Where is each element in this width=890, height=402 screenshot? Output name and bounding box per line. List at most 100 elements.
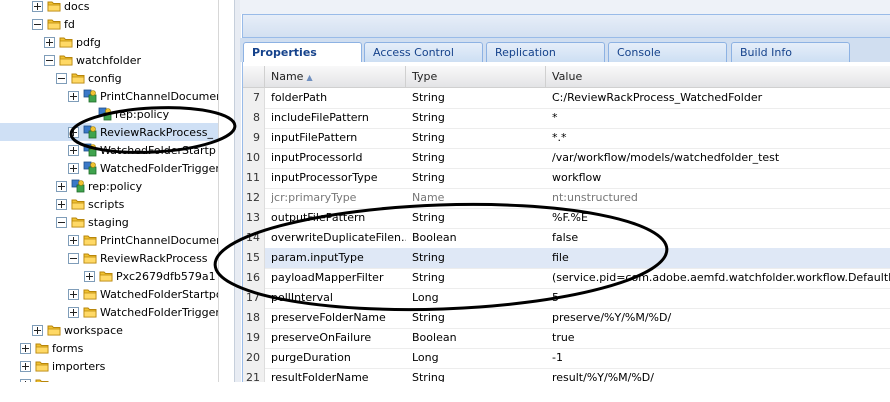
expand-icon[interactable] [32, 324, 43, 336]
property-value[interactable]: * [552, 108, 890, 128]
property-type[interactable]: Boolean [412, 328, 547, 348]
tree-node[interactable]: pdfg [44, 33, 101, 51]
tree-node[interactable]: watchfolder [44, 51, 141, 69]
tab-properties[interactable]: Properties [243, 42, 362, 63]
expand-icon[interactable] [68, 288, 79, 300]
property-type[interactable]: String [412, 168, 547, 188]
tree-node[interactable]: Pxc2679dfb579a1 [84, 267, 216, 285]
property-type[interactable]: String [412, 148, 547, 168]
property-type[interactable]: String [412, 308, 547, 328]
property-value[interactable]: 5 [552, 288, 890, 308]
property-type[interactable]: String [412, 128, 547, 148]
tree-node[interactable]: ReviewRackProcess_ [0, 123, 218, 141]
property-type[interactable]: String [412, 248, 547, 268]
property-type[interactable]: String [412, 368, 547, 382]
property-name[interactable]: inputProcessorType [271, 168, 406, 188]
expand-icon[interactable] [68, 126, 79, 138]
property-value[interactable]: C:/ReviewRackProcess_WatchedFolder [552, 88, 890, 108]
property-value[interactable]: preserve/%Y/%M/%D/ [552, 308, 890, 328]
table-row[interactable]: 18 preserveFolderName String preserve/%Y/%M… [243, 308, 890, 329]
tree-node[interactable]: fd [32, 15, 75, 33]
property-name[interactable]: payloadMapperFilter [271, 268, 406, 288]
property-name[interactable]: overwriteDuplicateFilen... [271, 228, 406, 248]
table-row[interactable]: 14 overwriteDuplicateFilen... Boolean false [243, 228, 890, 249]
collapse-icon[interactable] [56, 216, 67, 228]
property-value[interactable]: result/%Y/%M/%D/ [552, 368, 890, 382]
tree-node[interactable]: WatchedFolderTrigger [68, 159, 218, 177]
table-row[interactable]: 7 folderPath String C:/ReviewRackProcess_Wa… [243, 88, 890, 109]
expand-icon[interactable] [20, 378, 31, 382]
property-type[interactable]: String [412, 268, 547, 288]
property-value[interactable]: nt:unstructured [552, 188, 890, 208]
property-name[interactable]: resultFolderName [271, 368, 406, 382]
collapse-icon[interactable] [68, 252, 79, 264]
property-value[interactable]: workflow [552, 168, 890, 188]
property-name[interactable]: purgeDuration [271, 348, 406, 368]
table-row[interactable]: 20 purgeDuration Long -1 [243, 348, 890, 369]
table-row[interactable]: 15 param.inputType String file [243, 248, 890, 269]
collapse-icon[interactable] [44, 54, 55, 66]
expand-icon[interactable] [44, 36, 55, 48]
tree-node[interactable]: forms [20, 339, 83, 357]
table-row[interactable]: 12 jcr:primaryType Name nt:unstructured [243, 188, 890, 209]
property-name[interactable]: preserveFolderName [271, 308, 406, 328]
column-header-value[interactable]: Value [546, 66, 890, 87]
tree-node[interactable]: docs [32, 0, 90, 15]
expand-icon[interactable] [68, 162, 79, 174]
tree-node[interactable]: config [56, 69, 122, 87]
property-value[interactable]: true [552, 328, 890, 348]
tab-replication[interactable]: Replication [486, 42, 605, 62]
table-row[interactable]: 10 inputProcessorId String/var/workflow/mo… [243, 148, 890, 169]
collapse-icon[interactable] [32, 18, 43, 30]
table-row[interactable]: 9 inputFilePattern String *.* [243, 128, 890, 149]
table-row[interactable]: 17 pollInterval Long 5 [243, 288, 890, 309]
table-row[interactable]: 13 outputFilePattern String %F.%E [243, 208, 890, 229]
property-name[interactable]: inputProcessorId [271, 148, 406, 168]
property-value[interactable]: (service.pid=com.adobe.aemfd.watchfolder… [552, 268, 890, 288]
tree-node[interactable]: importers [20, 357, 105, 375]
property-name[interactable]: includeFilePattern [271, 108, 406, 128]
tree-node[interactable] [20, 375, 52, 382]
expand-icon[interactable] [20, 360, 31, 372]
tree-node[interactable]: scripts [56, 195, 124, 213]
property-name[interactable]: folderPath [271, 88, 406, 108]
property-value[interactable]: false [552, 228, 890, 248]
property-value[interactable]: %F.%E [552, 208, 890, 228]
expand-icon[interactable] [56, 180, 67, 192]
tab-build-info[interactable]: Build Info [731, 42, 850, 62]
expand-icon[interactable] [32, 0, 43, 12]
expand-icon[interactable] [68, 144, 79, 156]
property-type[interactable]: String [412, 208, 547, 228]
property-name[interactable]: outputFilePattern [271, 208, 406, 228]
property-name[interactable]: param.inputType [271, 248, 406, 268]
property-type[interactable]: String [412, 108, 547, 128]
tree-node[interactable]: PrintChannelDocumen [68, 87, 218, 105]
expand-icon[interactable] [68, 306, 79, 318]
property-type[interactable]: Long [412, 288, 547, 308]
table-row[interactable]: 19 preserveOnFailure Boolean true [243, 328, 890, 349]
tree-node[interactable]: PrintChannelDocumen [68, 231, 218, 249]
tree-node[interactable]: WatchedFolderTrigger [68, 303, 218, 321]
tree-node[interactable]: ReviewRackProcess [68, 249, 208, 267]
table-row[interactable]: 11 inputProcessorType String workflow [243, 168, 890, 189]
tree-node[interactable]: rep:policy [84, 105, 169, 123]
tree-node[interactable]: rep:policy [56, 177, 142, 195]
property-name[interactable]: jcr:primaryType [271, 188, 406, 208]
tab-access-control[interactable]: Access Control [364, 42, 483, 62]
expand-icon[interactable] [84, 270, 95, 282]
property-value[interactable]: /var/workflow/models/watchedfolder_test [552, 148, 890, 168]
property-type[interactable]: Long [412, 348, 547, 368]
expand-icon[interactable] [20, 342, 31, 354]
expand-icon[interactable] [68, 234, 79, 246]
tree-node[interactable]: workspace [32, 321, 123, 339]
tree-node[interactable]: staging [56, 213, 129, 231]
property-type[interactable]: Name [412, 188, 547, 208]
table-row[interactable]: 8 includeFilePattern String * [243, 108, 890, 129]
property-value[interactable]: file [552, 248, 890, 268]
expand-icon[interactable] [56, 198, 67, 210]
property-value[interactable]: *.* [552, 128, 890, 148]
table-row[interactable]: 16 payloadMapperFilter String (service.pid=… [243, 268, 890, 289]
column-header-type[interactable]: Type [406, 66, 546, 87]
column-header-name[interactable]: Name ▲ [265, 66, 406, 87]
tree-node[interactable]: WatchedFolderStartp [68, 141, 216, 159]
